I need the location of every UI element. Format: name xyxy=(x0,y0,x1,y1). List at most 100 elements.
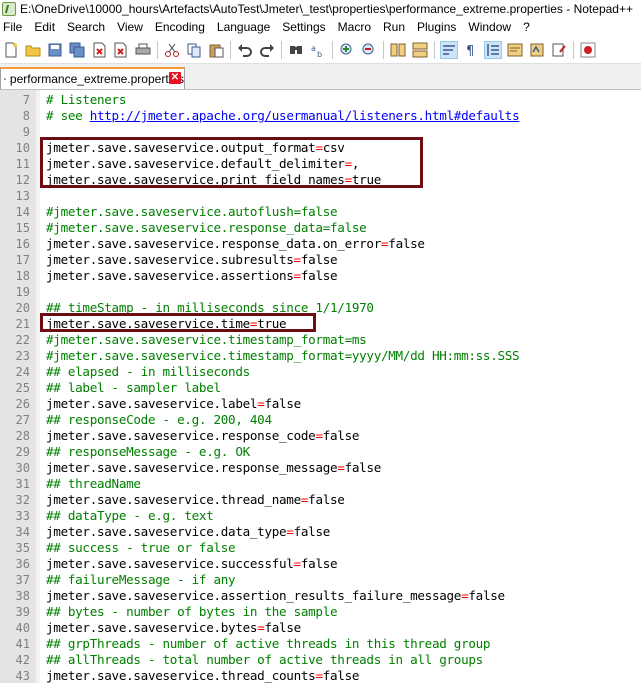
record-macro-icon[interactable] xyxy=(579,41,597,59)
menu-view[interactable]: View xyxy=(111,18,149,37)
zoom-out-icon[interactable] xyxy=(360,41,378,59)
comment-text: ## threadName xyxy=(46,476,141,491)
comment-text: ## bytes - number of bytes in the sample xyxy=(46,604,337,619)
menu-edit[interactable]: Edit xyxy=(28,18,61,37)
menu-encoding[interactable]: Encoding xyxy=(149,18,211,37)
code-line[interactable]: 30jmeter.save.saveservice.response_messa… xyxy=(0,460,641,476)
menu-run[interactable]: Run xyxy=(377,18,411,37)
find-icon[interactable] xyxy=(287,41,305,59)
cut-icon[interactable] xyxy=(163,41,181,59)
line-code: ## failureMessage - if any xyxy=(46,572,235,588)
show-all-chars-icon[interactable]: ¶ xyxy=(462,41,480,59)
code-line[interactable]: 10jmeter.save.saveservice.output_format=… xyxy=(0,140,641,156)
code-line[interactable]: 36jmeter.save.saveservice.successful=fal… xyxy=(0,556,641,572)
code-line[interactable]: 39## bytes - number of bytes in the samp… xyxy=(0,604,641,620)
code-line[interactable]: 8# see http://jmeter.apache.org/usermanu… xyxy=(0,108,641,124)
code-line[interactable]: 34jmeter.save.saveservice.data_type=fals… xyxy=(0,524,641,540)
function-list-icon[interactable] xyxy=(528,41,546,59)
code-line[interactable]: 21jmeter.save.saveservice.time=true xyxy=(0,316,641,332)
property-value: false xyxy=(345,460,381,475)
open-file-icon[interactable] xyxy=(24,41,42,59)
property-key: jmeter.save.saveservice.response_code xyxy=(46,428,315,443)
property-key: jmeter.save.saveservice.assertion_result… xyxy=(46,588,461,603)
tab-bar: performance_extreme.properties ✕ xyxy=(0,64,641,90)
code-line[interactable]: 33## dataType - e.g. text xyxy=(0,508,641,524)
code-line[interactable]: 29## responseMessage - e.g. OK xyxy=(0,444,641,460)
code-line[interactable]: 12jmeter.save.saveservice.print_field_na… xyxy=(0,172,641,188)
property-key: jmeter.save.saveservice.bytes xyxy=(46,620,257,635)
code-line[interactable]: 11jmeter.save.saveservice.default_delimi… xyxy=(0,156,641,172)
redo-icon[interactable] xyxy=(258,41,276,59)
menu-plugins[interactable]: Plugins xyxy=(411,18,462,37)
code-line[interactable]: 31## threadName xyxy=(0,476,641,492)
menu-help[interactable]: ? xyxy=(517,18,536,37)
code-line[interactable]: 41## grpThreads - number of active threa… xyxy=(0,636,641,652)
code-line[interactable]: 18jmeter.save.saveservice.assertions=fal… xyxy=(0,268,641,284)
line-number: 10 xyxy=(0,140,30,156)
code-line[interactable]: 43jmeter.save.saveservice.thread_counts=… xyxy=(0,668,641,684)
code-line[interactable]: 23#jmeter.save.saveservice.timestamp_for… xyxy=(0,348,641,364)
code-line[interactable]: 7# Listeners xyxy=(0,92,641,108)
menu-window[interactable]: Window xyxy=(462,18,517,37)
menu-language[interactable]: Language xyxy=(211,18,276,37)
new-file-icon[interactable] xyxy=(2,41,20,59)
code-line[interactable]: 16jmeter.save.saveservice.response_data.… xyxy=(0,236,641,252)
property-key: jmeter.save.saveservice.default_delimite… xyxy=(46,156,345,171)
tab-performance-extreme-properties[interactable]: performance_extreme.properties ✕ xyxy=(0,67,185,89)
code-line[interactable]: 15#jmeter.save.saveservice.response_data… xyxy=(0,220,641,236)
code-line[interactable]: 27## responseCode - e.g. 200, 404 xyxy=(0,412,641,428)
line-code: #jmeter.save.saveservice.autoflush=false xyxy=(46,204,337,220)
folder-workspace-icon[interactable] xyxy=(550,41,568,59)
indent-guide-icon[interactable] xyxy=(484,41,502,59)
code-line[interactable]: 26jmeter.save.saveservice.label=false xyxy=(0,396,641,412)
code-line[interactable]: 13 xyxy=(0,188,641,204)
equals-operator: = xyxy=(315,668,322,683)
menu-macro[interactable]: Macro xyxy=(332,18,377,37)
line-number: 27 xyxy=(0,412,30,428)
code-line[interactable]: 35## success - true or false xyxy=(0,540,641,556)
print-icon[interactable] xyxy=(134,41,152,59)
code-line[interactable]: 28jmeter.save.saveservice.response_code=… xyxy=(0,428,641,444)
code-line[interactable]: 14#jmeter.save.saveservice.autoflush=fal… xyxy=(0,204,641,220)
tab-close-icon[interactable]: ✕ xyxy=(169,72,181,84)
line-code: jmeter.save.saveservice.assertion_result… xyxy=(46,588,505,604)
line-code: ## threadName xyxy=(46,476,141,492)
close-all-icon[interactable] xyxy=(112,41,130,59)
line-number: 42 xyxy=(0,652,30,668)
save-icon[interactable] xyxy=(46,41,64,59)
title-bar: E:\OneDrive\10000_hours\Artefacts\AutoTe… xyxy=(0,0,641,18)
menu-search[interactable]: Search xyxy=(61,18,111,37)
line-code: jmeter.save.saveservice.thread_counts=fa… xyxy=(46,668,359,684)
word-wrap-icon[interactable] xyxy=(440,41,458,59)
property-value: false xyxy=(323,668,359,683)
line-number: 26 xyxy=(0,396,30,412)
doc-map-icon[interactable] xyxy=(506,41,524,59)
code-line[interactable]: 9 xyxy=(0,124,641,140)
menu-settings[interactable]: Settings xyxy=(276,18,331,37)
paste-icon[interactable] xyxy=(207,41,225,59)
code-line[interactable]: 22#jmeter.save.saveservice.timestamp_for… xyxy=(0,332,641,348)
code-line[interactable]: 42## allThreads - total number of active… xyxy=(0,652,641,668)
zoom-in-icon[interactable] xyxy=(338,41,356,59)
menu-file[interactable]: File xyxy=(0,18,28,37)
replace-icon[interactable]: ab xyxy=(309,41,327,59)
close-icon[interactable] xyxy=(90,41,108,59)
code-line[interactable]: 17jmeter.save.saveservice.subresults=fal… xyxy=(0,252,641,268)
code-line[interactable]: 32jmeter.save.saveservice.thread_name=fa… xyxy=(0,492,641,508)
code-line[interactable]: 25## label - sampler label xyxy=(0,380,641,396)
sync-horizontal-icon[interactable] xyxy=(411,41,429,59)
editor-area[interactable]: 7# Listeners8# see http://jmeter.apache.… xyxy=(0,90,641,683)
line-number: 29 xyxy=(0,444,30,460)
code-line[interactable]: 20## timeStamp - in milliseconds since 1… xyxy=(0,300,641,316)
url-link[interactable]: http://jmeter.apache.org/usermanual/list… xyxy=(90,108,520,123)
code-line[interactable]: 19 xyxy=(0,284,641,300)
save-all-icon[interactable] xyxy=(68,41,86,59)
sync-vertical-icon[interactable] xyxy=(389,41,407,59)
comment-text: ## dataType - e.g. text xyxy=(46,508,214,523)
code-line[interactable]: 40jmeter.save.saveservice.bytes=false xyxy=(0,620,641,636)
code-line[interactable]: 38jmeter.save.saveservice.assertion_resu… xyxy=(0,588,641,604)
code-line[interactable]: 24## elapsed - in milliseconds xyxy=(0,364,641,380)
copy-icon[interactable] xyxy=(185,41,203,59)
code-line[interactable]: 37## failureMessage - if any xyxy=(0,572,641,588)
undo-icon[interactable] xyxy=(236,41,254,59)
